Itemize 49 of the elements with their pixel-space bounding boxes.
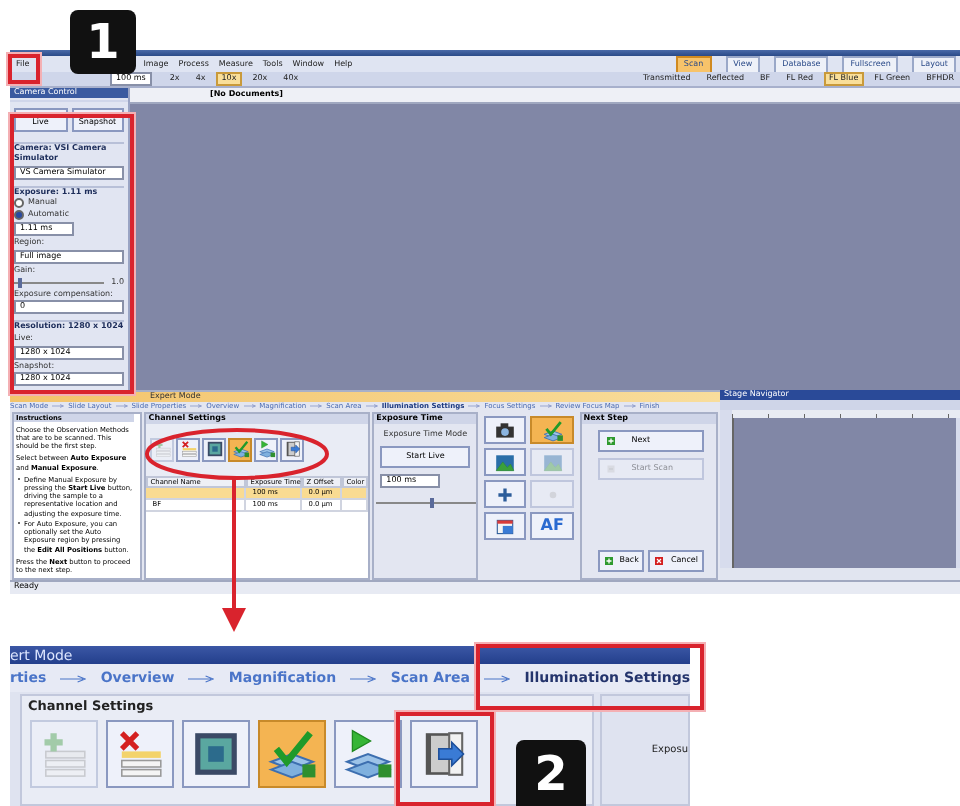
highlight-frame xyxy=(8,54,40,84)
step-arrow-icon xyxy=(52,404,65,409)
tool-button[interactable] xyxy=(182,720,250,788)
square-frame-icon xyxy=(190,728,242,780)
slider-thumb[interactable] xyxy=(18,277,23,288)
landscape-picture-icon xyxy=(541,451,564,474)
step-arrow-icon xyxy=(365,404,378,409)
step-arrow-icon xyxy=(115,404,128,409)
tool-button[interactable] xyxy=(410,720,478,788)
step-arrow-icon xyxy=(468,404,481,409)
step-number-badge: 1 xyxy=(70,10,136,74)
checkmark-layers-icon xyxy=(541,419,564,442)
step-arrow-icon xyxy=(623,404,636,409)
play-layers-icon xyxy=(342,728,394,780)
tool-button[interactable] xyxy=(484,512,527,541)
tool-button[interactable] xyxy=(484,448,527,477)
tool-button[interactable] xyxy=(484,480,527,509)
cross-lines-icon xyxy=(114,728,166,780)
step-arrow-icon xyxy=(310,404,323,409)
tool-button[interactable] xyxy=(202,437,227,462)
tool-button[interactable] xyxy=(106,720,174,788)
camera-icon xyxy=(494,419,517,442)
step-arrow-icon xyxy=(188,673,215,683)
plus-lines-icon xyxy=(153,440,172,459)
tool-button[interactable]: AF xyxy=(530,512,574,541)
landscape-picture-icon xyxy=(494,451,517,474)
step-arrow-icon xyxy=(484,673,511,683)
step-arrow-icon xyxy=(190,404,203,409)
plus-icon xyxy=(494,483,517,506)
square-frame-icon xyxy=(205,440,224,459)
cross-lines-icon xyxy=(179,440,198,459)
step-number-badge: 2 xyxy=(516,740,586,806)
checkmark-layers-icon xyxy=(231,440,250,459)
checkmark-layers-icon xyxy=(266,728,318,780)
tool-button[interactable] xyxy=(280,437,305,462)
step-arrow-icon xyxy=(539,404,552,409)
step-arrow-icon xyxy=(350,673,377,683)
slider-thumb[interactable] xyxy=(430,497,435,508)
play-layers-icon xyxy=(257,440,276,459)
radio-button[interactable] xyxy=(14,210,24,221)
radio-button[interactable] xyxy=(14,198,24,209)
arrow-door-icon xyxy=(283,440,302,459)
step-arrow-icon xyxy=(243,404,256,409)
tool-button[interactable] xyxy=(484,416,527,445)
window-icon xyxy=(494,515,517,538)
plus-icon xyxy=(603,556,614,566)
plus-icon xyxy=(605,435,616,446)
close-icon xyxy=(654,556,665,566)
step-arrow-icon xyxy=(60,673,87,683)
